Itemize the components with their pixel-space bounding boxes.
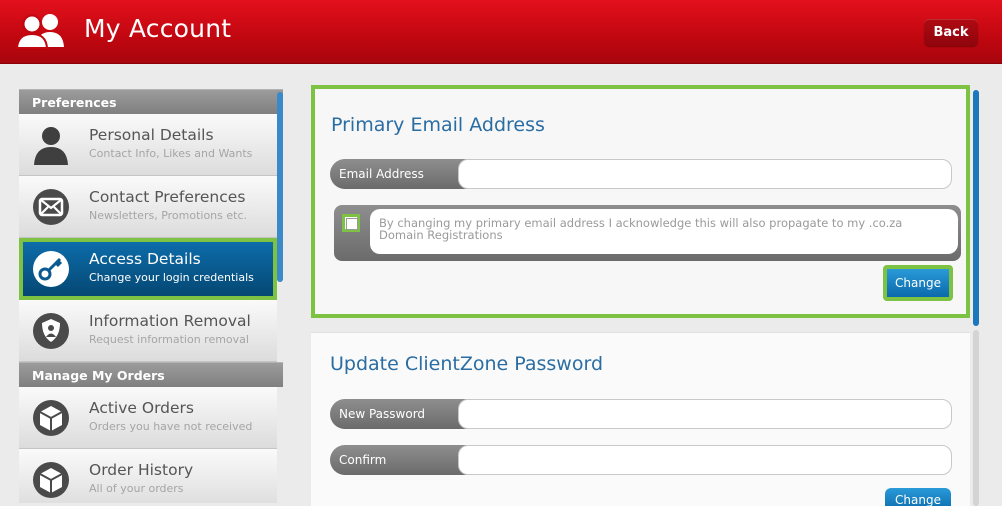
main-scrollbar-track[interactable] bbox=[973, 330, 979, 506]
page-title: My Account bbox=[84, 14, 232, 43]
sidebar-item-subtitle: Newsletters, Promotions etc. bbox=[89, 209, 248, 222]
person-icon bbox=[34, 127, 68, 165]
sidebar-item-active-orders[interactable]: Active Orders Orders you have not receiv… bbox=[19, 387, 277, 449]
section-head-preferences: Preferences bbox=[19, 89, 283, 114]
box-icon bbox=[33, 462, 69, 498]
password-title: Update ClientZone Password bbox=[330, 353, 604, 375]
shield-icon bbox=[33, 313, 69, 349]
consent-text: By changing my primary email address I a… bbox=[370, 209, 958, 254]
section-head-manage-my-orders: Manage My Orders bbox=[19, 362, 283, 387]
sidebar-item-subtitle: Request information removal bbox=[89, 333, 249, 346]
app-header: My Account Back bbox=[0, 0, 1002, 64]
sidebar-item-title: Access Details bbox=[89, 250, 201, 268]
envelope-icon bbox=[33, 189, 69, 225]
confirm-field[interactable] bbox=[458, 445, 952, 475]
sidebar-item-subtitle: All of your orders bbox=[89, 482, 184, 495]
new-password-row: New Password bbox=[330, 399, 956, 429]
back-button[interactable]: Back bbox=[924, 19, 978, 46]
email-change-button[interactable]: Change bbox=[883, 265, 953, 301]
sidebar-item-subtitle: Contact Info, Likes and Wants bbox=[89, 147, 253, 160]
main-scrollbar-thumb[interactable] bbox=[973, 90, 979, 326]
sidebar-item-subtitle: Change your login credentials bbox=[89, 271, 254, 284]
email-field[interactable] bbox=[458, 159, 952, 189]
sidebar-item-subtitle: Orders you have not received bbox=[89, 420, 253, 433]
sidebar-item-title: Information Removal bbox=[89, 312, 251, 330]
sidebar-item-title: Active Orders bbox=[89, 399, 194, 417]
password-change-button[interactable]: Change bbox=[885, 488, 951, 506]
primary-email-panel: Primary Email Address Email Address By c… bbox=[311, 85, 970, 318]
consent-row: By changing my primary email address I a… bbox=[334, 205, 961, 261]
new-password-field[interactable] bbox=[458, 399, 952, 429]
sidebar-item-personal-details[interactable]: Personal Details Contact Info, Likes and… bbox=[19, 114, 277, 176]
email-row: Email Address bbox=[330, 159, 956, 189]
sidebar-item-information-removal[interactable]: Information Removal Request information … bbox=[19, 300, 277, 362]
sidebar-item-title: Contact Preferences bbox=[89, 188, 246, 206]
sidebar: Preferences Personal Details Contact Inf… bbox=[19, 89, 283, 503]
box-icon bbox=[33, 400, 69, 436]
key-icon bbox=[33, 251, 69, 287]
sidebar-item-contact-preferences[interactable]: Contact Preferences Newsletters, Promoti… bbox=[19, 176, 277, 238]
sidebar-item-access-details[interactable]: Access Details Change your login credent… bbox=[19, 238, 277, 300]
primary-email-title: Primary Email Address bbox=[331, 114, 545, 136]
users-icon bbox=[16, 14, 64, 49]
sidebar-scrollbar[interactable] bbox=[277, 92, 283, 282]
sidebar-item-title: Order History bbox=[89, 461, 194, 479]
password-panel: Update ClientZone Password New Password … bbox=[311, 332, 970, 506]
sidebar-item-order-history[interactable]: Order History All of your orders bbox=[19, 449, 277, 503]
confirm-row: Confirm bbox=[330, 445, 956, 475]
consent-checkbox[interactable] bbox=[342, 214, 360, 232]
sidebar-item-title: Personal Details bbox=[89, 126, 214, 144]
